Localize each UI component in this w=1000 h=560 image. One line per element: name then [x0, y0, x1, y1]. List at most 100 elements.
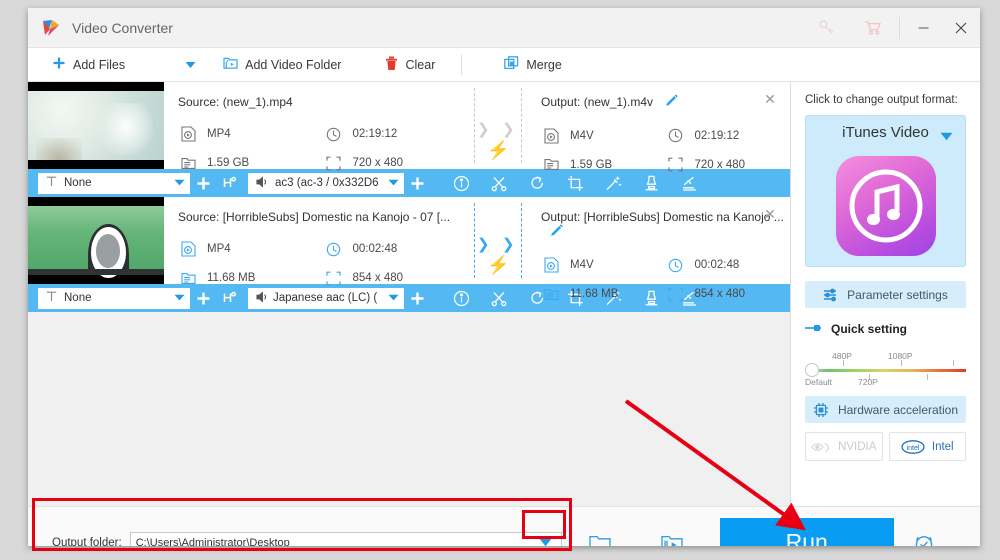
- slider-label-default: Default: [805, 377, 832, 387]
- change-format-label: Click to change output format:: [805, 94, 958, 106]
- clear-button[interactable]: Clear: [375, 48, 445, 82]
- output-folder-path: C:\Users\Administrator\Desktop: [135, 536, 290, 547]
- output-info: Output: [HorribleSubs] Domestic na Kanoj…: [527, 197, 791, 302]
- source-size-value: 1.59 GB: [207, 157, 250, 170]
- output-resolution-value: 854 x 480: [694, 288, 746, 301]
- subtitle-select[interactable]: None: [38, 287, 190, 309]
- subtitle-select[interactable]: None: [38, 172, 190, 194]
- add-files-button[interactable]: Add Files: [42, 48, 135, 82]
- app-title: Video Converter: [72, 19, 173, 36]
- output-format-card[interactable]: iTunes Video: [805, 115, 966, 267]
- file-size-icon: [541, 156, 561, 173]
- output-format: M4V: [541, 251, 666, 280]
- output-attributes: M4V 02:19:12 1.59 GB 720 x 480: [541, 121, 790, 179]
- output-settings-panel: Click to change output format: iTunes Vi…: [791, 82, 980, 506]
- key-icon[interactable]: [803, 8, 849, 48]
- edit-pencil-icon[interactable]: [550, 224, 563, 240]
- video-file-icon: [541, 127, 561, 144]
- output-size: 1.59 GB: [541, 150, 666, 179]
- remove-file-button[interactable]: ✕: [762, 91, 778, 107]
- output-folder-group: Output folder: C:\Users\Administrator\De…: [52, 531, 562, 547]
- file-size-icon: [541, 286, 561, 303]
- output-format-value: M4V: [570, 259, 594, 272]
- title-bar-actions: [803, 8, 980, 47]
- video-file-icon: [178, 126, 198, 143]
- add-video-folder-button[interactable]: Add Video Folder: [213, 48, 351, 82]
- clock-icon: [324, 126, 344, 143]
- intel-option[interactable]: intel Intel: [888, 432, 966, 461]
- output-filename: Output: (new_1).m4v: [541, 95, 654, 109]
- hardware-acceleration-button[interactable]: Hardware acceleration: [805, 396, 966, 423]
- source-size: 11.68 MB: [178, 264, 324, 293]
- file-item-meta: Source: [HorribleSubs] Domestic na Kanoj…: [164, 197, 791, 302]
- source-info: Source: [HorribleSubs] Domestic na Kanoj…: [164, 197, 469, 286]
- open-output-folder-button[interactable]: [574, 507, 626, 546]
- parameter-settings-button[interactable]: Parameter settings: [805, 281, 966, 308]
- output-resolution-value: 720 x 480: [694, 158, 746, 171]
- source-resolution-value: 854 x 480: [352, 272, 404, 285]
- output-folder-dropdown[interactable]: [531, 533, 561, 546]
- output-folder-input[interactable]: C:\Users\Administrator\Desktop: [129, 531, 562, 547]
- parameter-settings-label: Parameter settings: [847, 287, 948, 302]
- file-item-summary: Source: [HorribleSubs] Domestic na Kanoj…: [28, 197, 791, 302]
- quality-slider[interactable]: Default 480P 720P 1080P: [805, 351, 966, 392]
- file-list: Source: (new_1).mp4 MP4 02:19:12 1.59 GB…: [28, 82, 791, 506]
- output-duration: 00:02:48: [666, 251, 791, 280]
- source-resolution: 854 x 480: [324, 264, 470, 293]
- source-size-value: 11.68 MB: [207, 272, 256, 285]
- output-format: M4V: [541, 121, 666, 150]
- clear-label: Clear: [405, 57, 436, 72]
- output-format-value: M4V: [570, 129, 594, 142]
- remove-file-button[interactable]: ✕: [762, 206, 778, 222]
- nvidia-option[interactable]: NVIDIA: [805, 432, 883, 461]
- file-item-meta: Source: (new_1).mp4 MP4 02:19:12 1.59 GB…: [164, 82, 790, 172]
- chip-icon: [813, 402, 829, 418]
- source-duration-value: 02:19:12: [352, 128, 398, 141]
- subtitle-icon: [46, 291, 57, 305]
- video-file-icon: [178, 241, 198, 258]
- video-file-icon: [541, 257, 561, 274]
- source-duration: 02:19:12: [324, 120, 470, 149]
- output-resolution: 720 x 480: [666, 150, 791, 179]
- chevron-right-icon: ❯: [477, 236, 490, 253]
- add-files-dropdown[interactable]: [177, 48, 203, 82]
- app-logo-icon: [40, 17, 62, 39]
- intel-label: Intel: [931, 440, 954, 453]
- file-item[interactable]: Source: (new_1).mp4 MP4 02:19:12 1.59 GB…: [28, 82, 790, 197]
- output-duration-value: 00:02:48: [694, 259, 740, 272]
- quick-setting-row: Quick setting: [805, 322, 966, 336]
- lightning-icon: ⚡: [487, 140, 510, 160]
- trim-icon[interactable]: [480, 169, 518, 197]
- file-item[interactable]: Source: [HorribleSubs] Domestic na Kanoj…: [28, 197, 790, 312]
- run-label: Run: [785, 529, 828, 546]
- clock-icon: [324, 241, 344, 258]
- merge-label: Merge: [526, 57, 562, 72]
- merge-button[interactable]: Merge: [494, 48, 571, 82]
- open-converted-videos-button[interactable]: [646, 507, 698, 546]
- resolution-icon: [324, 270, 344, 287]
- subtitle-value: None: [64, 177, 92, 189]
- accelerator-options: NVIDIA intel Intel: [805, 432, 966, 461]
- add-video-folder-label: Add Video Folder: [245, 57, 342, 72]
- chevron-down-icon[interactable]: [940, 130, 953, 144]
- trim-icon[interactable]: [480, 284, 518, 312]
- chevron-right-icon: ❯: [477, 121, 490, 138]
- cart-icon[interactable]: [849, 8, 895, 48]
- schedule-button[interactable]: [894, 507, 954, 546]
- folder-video-icon: [223, 56, 238, 73]
- close-button[interactable]: [942, 8, 980, 48]
- edit-pencil-icon[interactable]: [665, 94, 679, 110]
- output-info: Output: (new_1).m4v M4V 02:19:12 1.59 GB…: [527, 82, 790, 172]
- minimize-button[interactable]: [904, 8, 942, 48]
- chevron-right-icon: ❯: [502, 121, 515, 138]
- video-converter-window: Video Converter Add Files Add Video Fold…: [28, 8, 980, 546]
- chevron-down-icon: [174, 292, 185, 304]
- title-bar: Video Converter: [28, 8, 980, 48]
- hardware-acceleration-label: Hardware acceleration: [837, 402, 959, 417]
- toolbar-divider: [461, 54, 463, 75]
- slider-knob[interactable]: [805, 363, 819, 377]
- run-button[interactable]: Run: [719, 517, 894, 546]
- output-size-value: 11.68 MB: [570, 288, 619, 301]
- nvidia-label: NVIDIA: [838, 440, 877, 453]
- itunes-logo-icon: [835, 156, 936, 256]
